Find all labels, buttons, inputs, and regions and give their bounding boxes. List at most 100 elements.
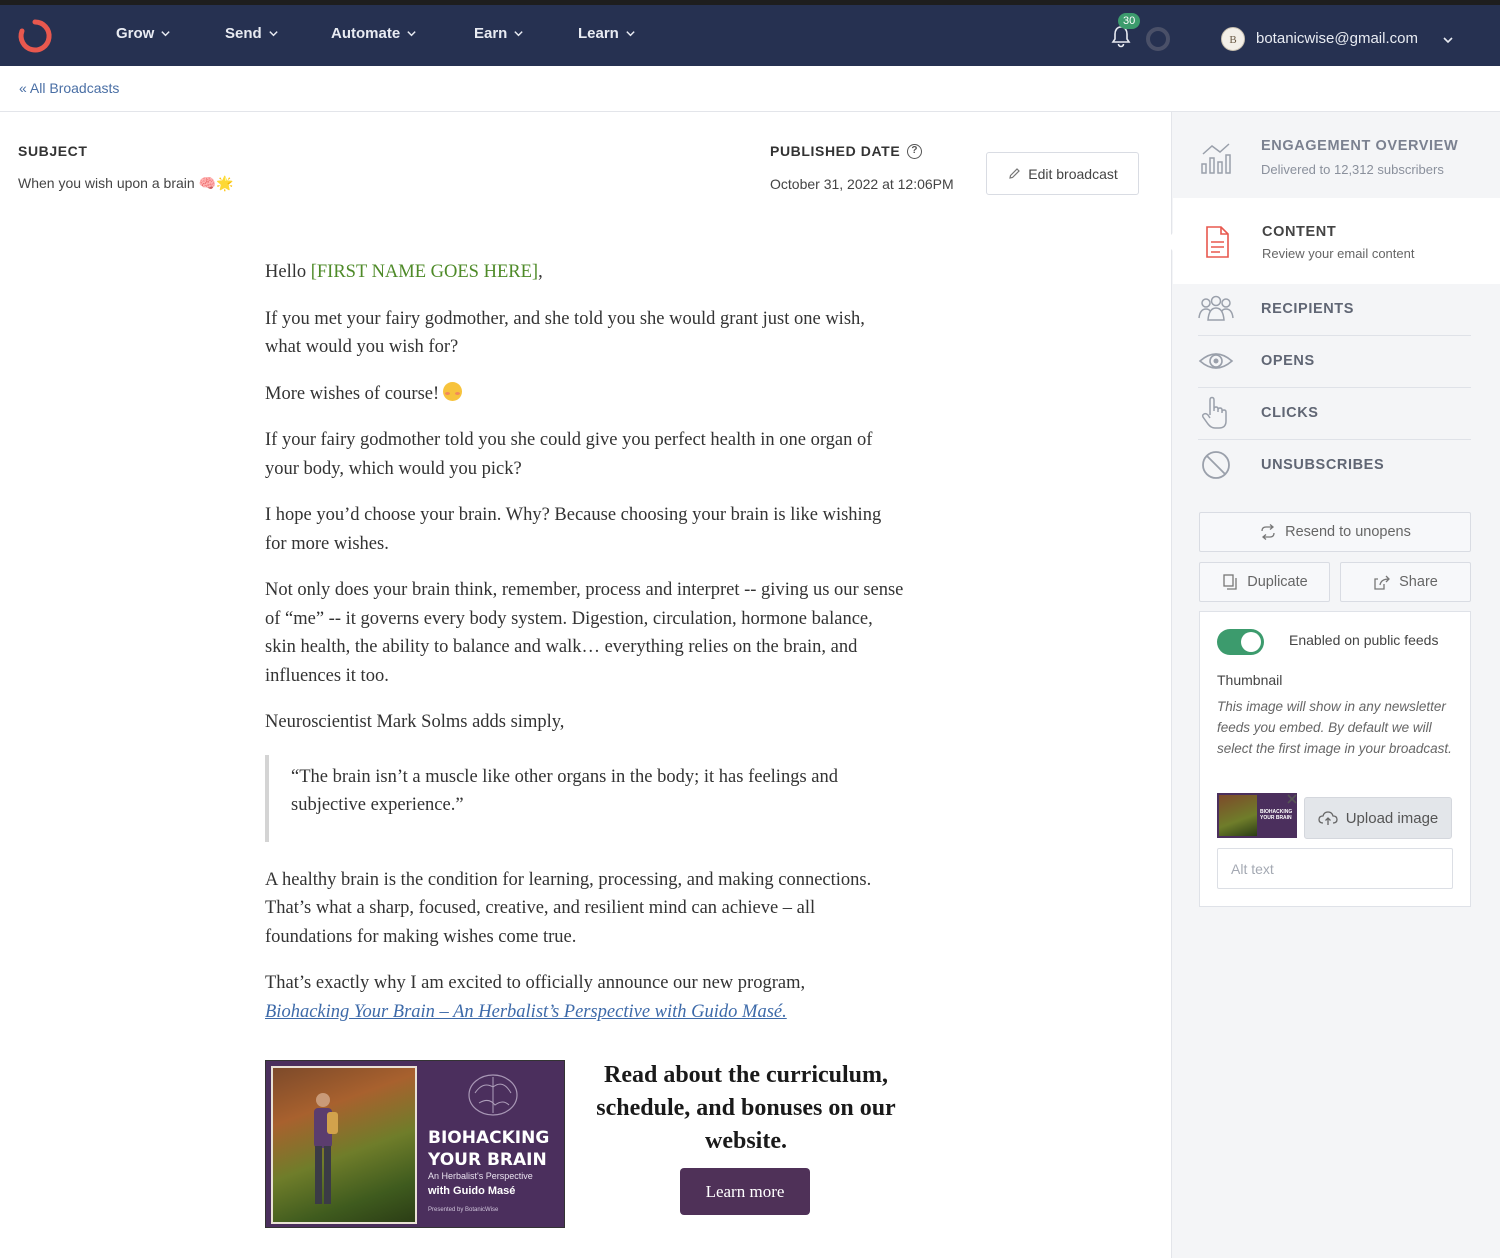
cloud-upload-icon xyxy=(1318,811,1338,825)
content-sub: Review your email content xyxy=(1262,246,1415,261)
share-label: Share xyxy=(1399,574,1438,590)
promo-brand: Presented by BotanicWise xyxy=(428,1207,499,1213)
email-greeting: Hello [FIRST NAME GOES HERE], xyxy=(265,258,905,287)
subject-label: SUBJECT xyxy=(18,143,88,159)
nav-grow[interactable]: Grow xyxy=(116,25,171,42)
greeting-suffix: , xyxy=(538,262,543,282)
email-paragraph: Not only does your brain think, remember… xyxy=(265,580,904,686)
email-paragraph-announce: That’s exactly why I am excited to offic… xyxy=(265,969,905,1026)
sidebar-item-opens[interactable]: OPENS xyxy=(1198,342,1471,382)
email-paragraph-wishes: More wishes of course! xyxy=(265,380,905,409)
greeting-prefix: Hello xyxy=(265,262,311,282)
nav-automate[interactable]: Automate xyxy=(331,25,417,42)
content-title: CONTENT xyxy=(1262,224,1337,240)
engagement-overview-sub: Delivered to 12,312 subscribers xyxy=(1261,162,1444,177)
chevron-down-icon xyxy=(407,31,416,37)
clicks-title: CLICKS xyxy=(1261,405,1319,421)
pointer-hand-icon xyxy=(1201,396,1227,429)
blockquote: “The brain isn’t a muscle like other org… xyxy=(265,754,905,842)
upload-image-label: Upload image xyxy=(1345,809,1439,827)
share-button[interactable]: Share xyxy=(1340,562,1471,602)
public-feeds-toggle[interactable] xyxy=(1217,629,1264,655)
opens-title: OPENS xyxy=(1261,353,1315,369)
sidebar-item-recipients[interactable]: RECIPIENTS xyxy=(1198,290,1471,330)
alt-text-input[interactable] xyxy=(1217,848,1453,889)
public-feed-panel: Enabled on public feeds Thumbnail This i… xyxy=(1199,611,1471,907)
broadcast-main: SUBJECT When you wish upon a brain 🧠🌟 PU… xyxy=(0,112,1171,1258)
email-paragraph: I hope you’d choose your brain. Why? Bec… xyxy=(265,505,882,554)
announce-text: That’s exactly why I am excited to offic… xyxy=(265,973,806,993)
people-icon xyxy=(1198,295,1234,321)
subject-text: When you wish upon a brain 🧠🌟 xyxy=(18,175,234,191)
pencil-icon xyxy=(1009,168,1021,179)
divider xyxy=(1198,439,1471,440)
person-figure-icon xyxy=(314,1093,338,1204)
nav-send-label: Send xyxy=(225,25,262,42)
resend-icon xyxy=(1261,524,1275,540)
chevron-down-icon xyxy=(269,31,278,37)
unsubscribes-title: UNSUBSCRIBES xyxy=(1261,457,1385,473)
nav-earn-label: Earn xyxy=(474,25,508,42)
blush-emoji-icon xyxy=(443,381,463,401)
email-paragraph: If you met your fairy godmother, and she… xyxy=(265,308,865,358)
promo-heading: Read about the curriculum, schedule, and… xyxy=(596,1062,896,1154)
sidebar-item-engagement-overview[interactable]: ENGAGEMENT OVERVIEW Delivered to 12,312 … xyxy=(1198,134,1471,184)
duplicate-button[interactable]: Duplicate xyxy=(1199,562,1330,602)
engagement-sidebar: ENGAGEMENT OVERVIEW Delivered to 12,312 … xyxy=(1164,112,1500,1258)
duplicate-label: Duplicate xyxy=(1247,574,1308,590)
nav-learn[interactable]: Learn xyxy=(578,25,636,42)
sidebar-item-clicks[interactable]: CLICKS xyxy=(1198,394,1471,434)
chevron-down-icon xyxy=(514,31,524,37)
sidebar-item-unsubscribes[interactable]: UNSUBSCRIBES xyxy=(1198,446,1471,486)
resend-label: Resend to unopens xyxy=(1285,524,1411,540)
thumbnail-title-2: YOUR BRAIN xyxy=(1260,815,1292,821)
nav-earn[interactable]: Earn xyxy=(474,25,524,42)
thumbnail-title: BIOHACKING YOUR BRAIN xyxy=(1260,809,1292,821)
brain-graphic-icon xyxy=(468,1074,518,1116)
chevron-down-icon[interactable] xyxy=(1442,34,1454,46)
active-notch xyxy=(1164,232,1174,252)
promo-title: BIOHACKING YOUR BRAIN xyxy=(428,1127,549,1171)
email-body: Hello [FIRST NAME GOES HERE], If you met… xyxy=(265,258,905,1026)
email-paragraph: If your fairy godmother told you she cou… xyxy=(265,430,873,479)
promo-title-line-2: YOUR BRAIN xyxy=(428,1150,547,1170)
sidebar-item-content[interactable]: CONTENT Review your email content xyxy=(1164,198,1500,284)
promo-with: with Guido Masé xyxy=(428,1185,516,1197)
edit-broadcast-label: Edit broadcast xyxy=(1028,165,1118,182)
nav-send[interactable]: Send xyxy=(225,25,279,42)
breadcrumb-all-broadcasts[interactable]: « All Broadcasts xyxy=(19,80,119,96)
promo-image[interactable]: BIOHACKING YOUR BRAIN An Herbalist's Per… xyxy=(265,1060,565,1228)
status-ring-icon[interactable] xyxy=(1146,27,1170,51)
program-link[interactable]: Biohacking Your Brain – An Herbalist’s P… xyxy=(265,1002,787,1022)
upload-image-button[interactable]: Upload image xyxy=(1304,797,1452,839)
nav-learn-label: Learn xyxy=(578,25,619,42)
promo-title-line-1: BIOHACKING xyxy=(428,1128,550,1148)
share-icon xyxy=(1374,575,1391,590)
published-date: October 31, 2022 at 12:06PM xyxy=(770,176,954,192)
chevron-down-icon xyxy=(626,31,635,37)
top-navigation: Grow Send Automate Earn Learn 30 B botan… xyxy=(0,0,1500,66)
close-icon[interactable] xyxy=(1285,792,1299,806)
document-icon xyxy=(1206,226,1229,258)
published-date-header: PUBLISHED DATE ? xyxy=(770,143,923,159)
chevron-down-icon xyxy=(161,31,171,37)
wishes-text: More wishes of course! xyxy=(265,383,440,404)
engagement-overview-title: ENGAGEMENT OVERVIEW xyxy=(1261,138,1459,154)
resend-to-unopens-button[interactable]: Resend to unopens xyxy=(1199,512,1471,552)
thumbnail-label: Thumbnail xyxy=(1217,672,1283,688)
avatar[interactable]: B xyxy=(1221,27,1245,51)
breadcrumb-bar: « All Broadcasts xyxy=(0,66,1500,112)
ban-icon xyxy=(1202,451,1230,479)
edit-broadcast-button[interactable]: Edit broadcast xyxy=(986,152,1139,195)
help-icon[interactable]: ? xyxy=(907,143,923,159)
divider xyxy=(1198,335,1471,336)
learn-more-button[interactable]: Learn more xyxy=(680,1168,810,1215)
merge-tag: [FIRST NAME GOES HERE] xyxy=(310,262,539,282)
public-feeds-label: Enabled on public feeds xyxy=(1289,632,1439,648)
email-paragraph: Neuroscientist Mark Solms adds simply, xyxy=(265,712,565,732)
divider xyxy=(1198,387,1471,388)
published-date-label: PUBLISHED DATE xyxy=(770,143,901,159)
account-email[interactable]: botanicwise@gmail.com xyxy=(1256,30,1418,47)
nav-grow-label: Grow xyxy=(116,25,155,42)
logo-icon[interactable] xyxy=(16,17,54,55)
